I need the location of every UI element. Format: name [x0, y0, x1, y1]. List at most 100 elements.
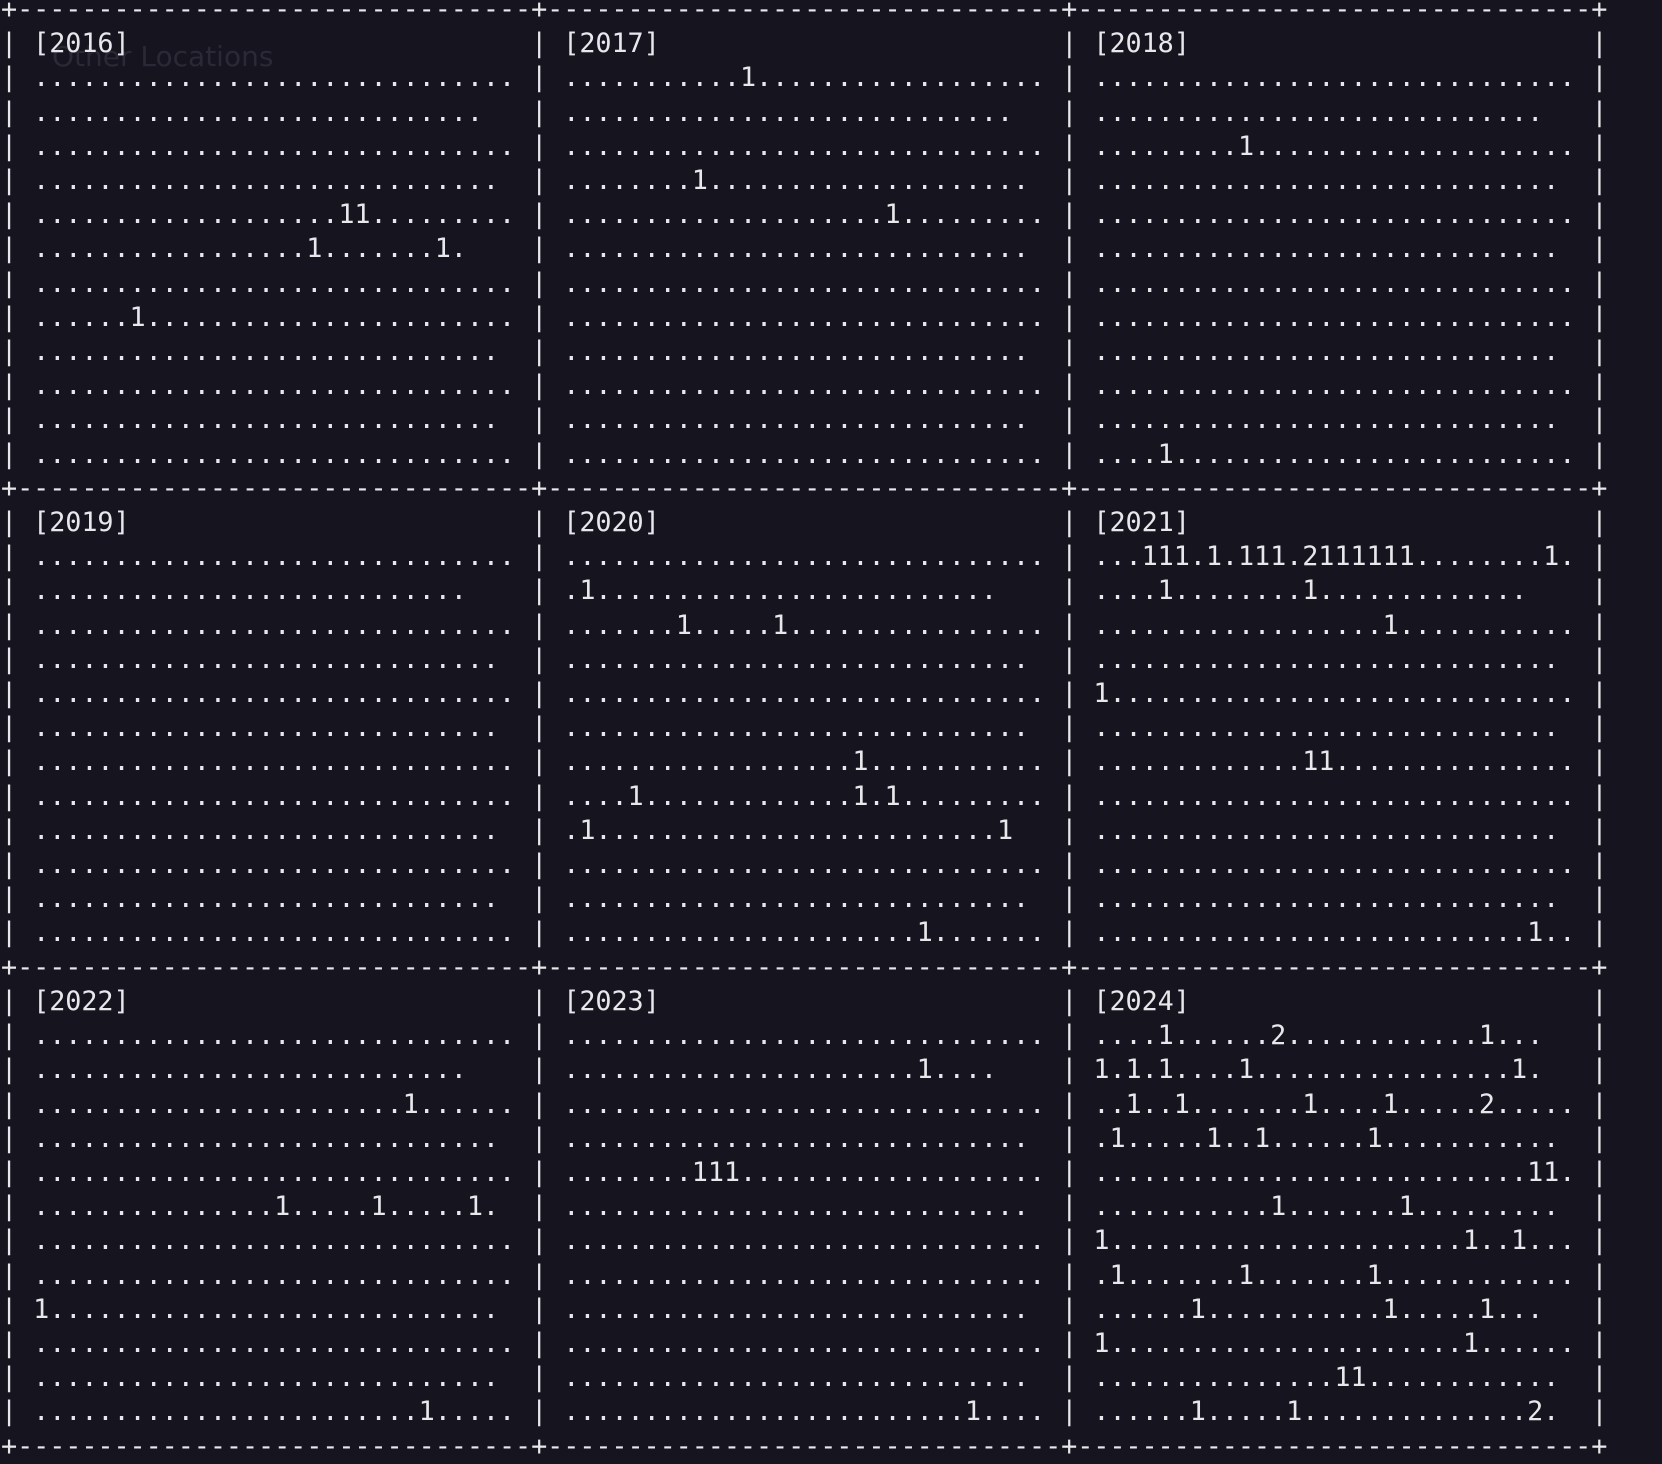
panel-year-label: [2020] — [563, 507, 660, 539]
heatmap-row: .............................. — [1093, 849, 1576, 881]
heatmap-row: ........111................... — [563, 1156, 1046, 1188]
heatmap-row: ....1.............1.1......... — [563, 780, 1046, 812]
heatmap-row: .............................. — [33, 267, 516, 299]
heatmap-row: ......................1....... — [563, 917, 1046, 949]
heatmap-row: .............................. — [33, 370, 516, 402]
heatmap-row: ............................. — [33, 404, 516, 436]
heatmap-row: ............................. — [33, 712, 516, 744]
heatmap-row: ....1........1............. — [1093, 575, 1576, 607]
heatmap-row: .......................1...... — [33, 1088, 516, 1120]
heatmap-row: ......1...........1.....1... — [1093, 1293, 1576, 1325]
heatmap-row: ............................. — [563, 712, 1046, 744]
heatmap-row: .............................. — [33, 130, 516, 162]
heatmap-row: .1.......1.......1............ — [1093, 1259, 1576, 1291]
panel-year-label: [2022] — [33, 985, 130, 1017]
heatmap-row: .............................. — [1093, 199, 1576, 231]
heatmap-row: .............................. — [33, 780, 516, 812]
heatmap-row: .............................. — [1093, 370, 1576, 402]
heatmap-row: ............................. — [33, 1362, 516, 1394]
heatmap-row: ............................. — [563, 643, 1046, 675]
heatmap-row: .............................. — [33, 1020, 516, 1052]
border-line: +--------------------------------+------… — [1, 951, 1608, 983]
panel-year-label: [2018] — [1093, 28, 1190, 60]
heatmap-row: .............................. — [1093, 62, 1576, 94]
heatmap-row: .............................. — [33, 541, 516, 573]
heatmap-row: ........................1..... — [33, 1396, 516, 1428]
heatmap-row: ............................. — [33, 336, 516, 368]
heatmap-row: 1............................. — [1093, 678, 1576, 710]
heatmap-row: .............................. — [33, 746, 516, 778]
heatmap-row: .............................. — [563, 1020, 1046, 1052]
heatmap-row: ...........1.......1......... — [1093, 1191, 1576, 1223]
heatmap-row: ............................ — [563, 96, 1046, 128]
panel-year-label: [2019] — [33, 507, 130, 539]
heatmap-row: ....1......2............1... — [1093, 1020, 1576, 1052]
heatmap-row: ............................. — [33, 1122, 516, 1154]
heatmap-row: ..................1........... — [563, 746, 1046, 778]
heatmap-row: .............................. — [563, 678, 1046, 710]
heatmap-row: .............................. — [33, 1259, 516, 1291]
heatmap-row: ............................. — [1093, 336, 1576, 368]
heatmap-row: ...............11............ — [1093, 1362, 1576, 1394]
heatmap-row: ............................. — [33, 165, 516, 197]
heatmap-row: ...........................1.. — [1093, 917, 1576, 949]
heatmap-row: ...................11......... — [33, 199, 516, 231]
heatmap-row: ........................... — [33, 575, 516, 607]
heatmap-row: 1......................1..1... — [1093, 1225, 1576, 1257]
ascii-year-grid: +--------------------------------+------… — [1, 0, 1608, 1464]
heatmap-row: ...............1.....1.....1. — [33, 1191, 516, 1223]
heatmap-row: ......................1.... — [563, 1054, 1046, 1086]
heatmap-row: ............................. — [1093, 712, 1576, 744]
heatmap-row: ...........1.................. — [563, 62, 1046, 94]
heatmap-row: ....................1......... — [563, 199, 1046, 231]
heatmap-row: ........................... — [33, 1054, 516, 1086]
heatmap-row: ............................. — [1093, 165, 1576, 197]
panel-year-label: [2021] — [1093, 507, 1190, 539]
heatmap-row: ............................. — [33, 643, 516, 675]
heatmap-row: ..1..1.......1....1.....2..... — [1093, 1088, 1576, 1120]
heatmap-row: ............................. — [563, 1191, 1046, 1223]
heatmap-row: ............................. — [563, 883, 1046, 915]
heatmap-row: 1......................1...... — [1093, 1327, 1576, 1359]
heatmap-row: .............................. — [563, 130, 1046, 162]
heatmap-row: ............................. — [1093, 814, 1576, 846]
border-line: +--------------------------------+------… — [1, 0, 1608, 25]
heatmap-row: ............................. — [33, 883, 516, 915]
panel-year-label: [2023] — [563, 985, 660, 1017]
heatmap-row: .............................. — [33, 1225, 516, 1257]
heatmap-row: .............................. — [33, 849, 516, 881]
heatmap-row: ............................. — [33, 814, 516, 846]
heatmap-row: ............................. — [563, 1122, 1046, 1154]
heatmap-row: .............................. — [33, 609, 516, 641]
heatmap-row: ............................ — [33, 96, 516, 128]
heatmap-row: ............................. — [563, 1362, 1046, 1394]
border-line: +--------------------------------+------… — [1, 1430, 1608, 1462]
heatmap-row: .............................. — [563, 370, 1046, 402]
heatmap-row: .1.....1..1......1........... — [1093, 1122, 1576, 1154]
heatmap-row: .............................. — [1093, 301, 1576, 333]
heatmap-row: .............................. — [33, 1156, 516, 1188]
heatmap-row: .............................. — [33, 62, 516, 94]
heatmap-row: .........................1.... — [563, 1396, 1046, 1428]
panel-year-label: [2024] — [1093, 985, 1190, 1017]
heatmap-row: .............................. — [563, 1225, 1046, 1257]
heatmap-row: ..................1........... — [1093, 609, 1576, 641]
heatmap-row: .............................. — [1093, 267, 1576, 299]
heatmap-row: ............................. — [563, 404, 1046, 436]
heatmap-row: .............................. — [563, 301, 1046, 333]
heatmap-row: ............................ — [1093, 96, 1576, 128]
heatmap-row: .............................. — [563, 849, 1046, 881]
panel-year-label: [2016] — [33, 28, 130, 60]
heatmap-row: .............................. — [1093, 780, 1576, 812]
heatmap-row: 1.1.1....1................1. — [1093, 1054, 1576, 1086]
heatmap-row: ......1.....1..............2. — [1093, 1396, 1576, 1428]
terminal-window: Other Locations +-----------------------… — [0, 0, 1662, 1462]
heatmap-row: ....1......................... — [1093, 438, 1576, 470]
heatmap-row: .1.........................1 — [563, 814, 1046, 846]
heatmap-row: .............................. — [33, 1327, 516, 1359]
heatmap-row: ............................. — [1093, 404, 1576, 436]
heatmap-row: .............................. — [33, 438, 516, 470]
heatmap-row: .............................. — [563, 1327, 1046, 1359]
heatmap-row: ............................. — [563, 336, 1046, 368]
heatmap-row: .............................. — [563, 1088, 1046, 1120]
